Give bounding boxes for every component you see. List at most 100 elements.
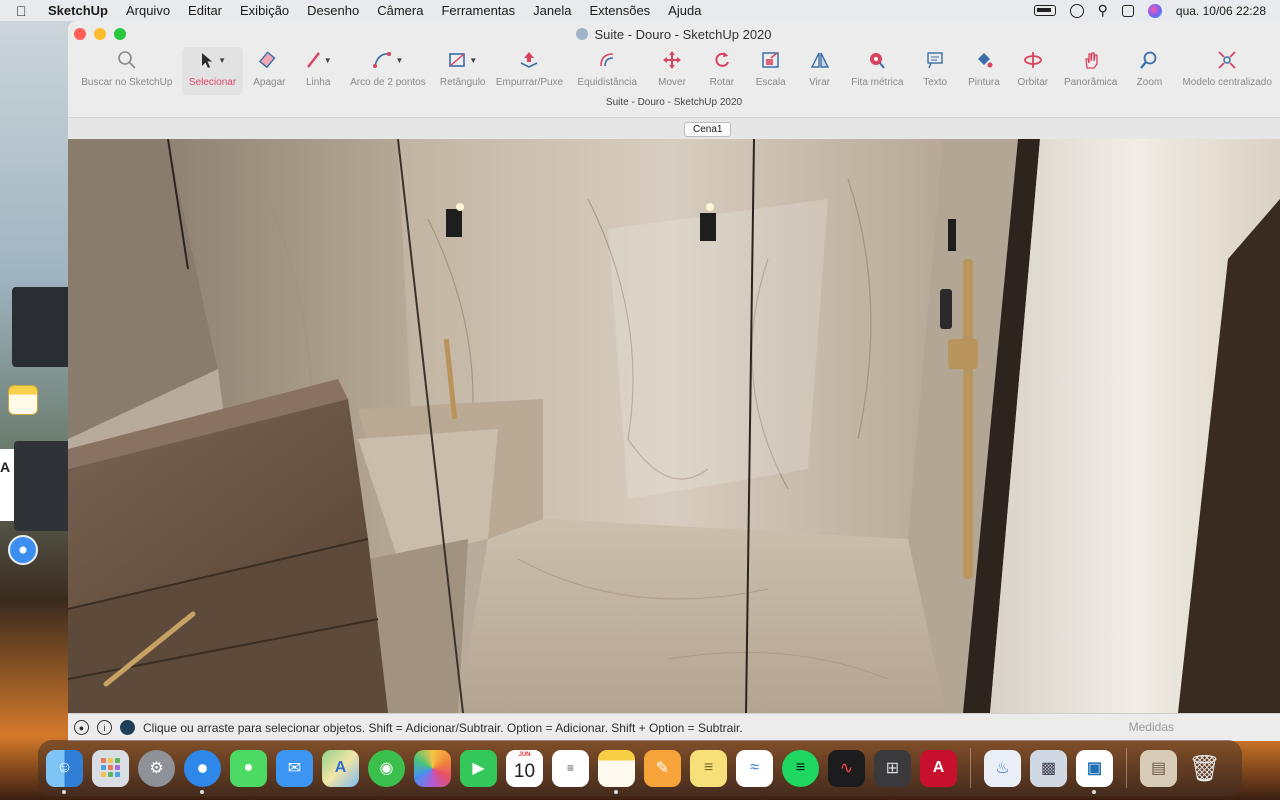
- battery-icon[interactable]: [1033, 5, 1056, 16]
- tool-orbitar[interactable]: Orbitar: [1009, 47, 1057, 95]
- find-my-icon[interactable]: ◉: [368, 749, 405, 787]
- tool-label: Mover: [658, 77, 686, 88]
- pages-icon[interactable]: ✎: [644, 749, 681, 787]
- tool-pintura[interactable]: Pintura: [959, 47, 1009, 95]
- chevron-down-icon: ▼: [323, 55, 332, 65]
- tool-label: Orbitar: [1017, 77, 1049, 88]
- tool-mover[interactable]: Mover: [646, 47, 698, 95]
- desktop-window-thumbnail[interactable]: [12, 287, 68, 367]
- sketchup-window: Suite - Douro - SketchUp 2020 Buscar no …: [68, 21, 1280, 741]
- tool-fita-metrica[interactable]: Fita métrica: [843, 47, 911, 95]
- calculator-icon[interactable]: ⊞: [874, 749, 911, 787]
- tool-label: Zoom: [1136, 77, 1163, 88]
- calendar-month: JUN: [518, 751, 531, 758]
- safari-widget-icon[interactable]: [8, 535, 38, 565]
- safari-icon[interactable]: [184, 749, 221, 794]
- menu-desenho[interactable]: Desenho: [307, 3, 359, 18]
- calendar-icon[interactable]: JUN 10: [506, 749, 543, 787]
- notes-widget-icon[interactable]: [8, 385, 38, 415]
- system-settings-icon[interactable]: ⚙: [138, 749, 175, 787]
- chevron-down-icon: ▼: [395, 55, 404, 65]
- reminders-icon[interactable]: ≡: [552, 749, 589, 787]
- tool-label: Modelo centralizado: [1182, 77, 1272, 88]
- close-window-button[interactable]: [74, 28, 86, 40]
- autocad-icon[interactable]: A: [920, 749, 957, 787]
- arc-icon: ▼: [372, 49, 403, 71]
- spotlight-search-icon[interactable]: ⚲: [1098, 2, 1108, 19]
- desktop-document-preview[interactable]: A: [0, 449, 14, 521]
- menu-app-name[interactable]: SketchUp: [48, 3, 108, 18]
- menu-ferramentas[interactable]: Ferramentas: [441, 3, 515, 18]
- tool-apagar[interactable]: Apagar: [243, 47, 295, 95]
- tool-empurrar-puxe[interactable]: Empurrar/Puxe: [491, 47, 569, 95]
- tool-zoom[interactable]: Zoom: [1125, 47, 1175, 95]
- preview-icon[interactable]: ▩: [1030, 749, 1067, 787]
- 3d-viewport[interactable]: [68, 139, 1280, 713]
- maximize-window-button[interactable]: [114, 28, 126, 40]
- tool-panoramica[interactable]: Panorâmica: [1057, 47, 1125, 95]
- tool-modelo-centralizado[interactable]: Modelo centralizado: [1174, 47, 1280, 95]
- mail-icon[interactable]: ✉: [276, 749, 313, 787]
- credits-info-icon[interactable]: i: [97, 720, 112, 735]
- apple-menu-icon[interactable]: : [16, 3, 34, 19]
- tool-virar[interactable]: Virar: [796, 47, 844, 95]
- desktop-text-window-thumbnail[interactable]: [14, 441, 70, 531]
- tool-linha[interactable]: ▼ Linha: [295, 47, 341, 95]
- desktop-background: A: [0, 21, 70, 741]
- menu-ajuda[interactable]: Ajuda: [668, 3, 701, 18]
- sketchup-icon[interactable]: ▣: [1076, 749, 1113, 794]
- menu-editar[interactable]: Editar: [188, 3, 222, 18]
- menu-arquivo[interactable]: Arquivo: [126, 3, 170, 18]
- pan-hand-icon: [1081, 49, 1101, 71]
- tool-texto[interactable]: Texto: [911, 47, 959, 95]
- chevron-down-icon: ▼: [469, 55, 478, 65]
- tool-escala[interactable]: Escala: [746, 47, 796, 95]
- tool-label: Escala: [755, 77, 786, 88]
- photos-icon[interactable]: [414, 749, 451, 787]
- stickies-icon[interactable]: ≡: [690, 749, 727, 787]
- geo-location-icon[interactable]: ●: [74, 720, 89, 735]
- title-bar[interactable]: Suite - Douro - SketchUp 2020: [68, 21, 1280, 47]
- voice-memos-icon[interactable]: ∿: [828, 749, 865, 787]
- tool-retangulo[interactable]: ▼ Retângulo: [435, 47, 491, 95]
- tool-buscar-no-sketchup[interactable]: Buscar no SketchUp: [72, 47, 182, 95]
- pencil-icon: ▼: [305, 49, 332, 71]
- window-title-text: Suite - Douro - SketchUp 2020: [594, 26, 772, 42]
- screen-mirroring-icon[interactable]: [1069, 3, 1084, 18]
- tool-label: Selecionar: [188, 77, 237, 88]
- maps-icon[interactable]: A: [322, 749, 359, 787]
- dock-separator: [1126, 748, 1127, 788]
- tool-selecionar[interactable]: ▼ Selecionar: [181, 47, 244, 95]
- rectangle-icon: ▼: [448, 49, 477, 71]
- menu-extensoes[interactable]: Extensões: [589, 3, 650, 18]
- tool-rotar[interactable]: Rotar: [698, 47, 746, 95]
- messages-icon[interactable]: ●: [230, 749, 267, 787]
- zoom-extents-icon: [1217, 49, 1237, 71]
- downloads-folder-icon[interactable]: ▤: [1140, 749, 1177, 787]
- finder-icon[interactable]: ☺: [46, 749, 83, 794]
- control-center-icon[interactable]: [1121, 4, 1134, 17]
- facetime-icon[interactable]: ▶: [460, 749, 497, 787]
- freeform-icon[interactable]: ≈: [736, 749, 773, 787]
- siri-icon[interactable]: [1147, 3, 1162, 18]
- rotate-icon: [712, 49, 732, 71]
- keynote-icon[interactable]: ♨: [984, 749, 1021, 787]
- menu-camera[interactable]: Câmera: [377, 3, 423, 18]
- trash-icon[interactable]: 🗑: [1186, 750, 1223, 787]
- scene-tabs-bar: Cena1: [68, 118, 1280, 139]
- notes-icon[interactable]: [598, 749, 635, 794]
- spotify-icon[interactable]: ≡: [782, 749, 819, 787]
- paint-bucket-icon: [974, 49, 994, 71]
- tool-arco-de-2-pontos[interactable]: ▼ Arco de 2 pontos: [341, 47, 435, 95]
- scene-tab-cena1[interactable]: Cena1: [684, 122, 732, 137]
- minimize-window-button[interactable]: [94, 28, 106, 40]
- menu-janela[interactable]: Janela: [533, 3, 571, 18]
- measurements-box[interactable]: Medidas: [1129, 720, 1174, 734]
- launchpad-icon[interactable]: [92, 749, 129, 787]
- menu-exibicao[interactable]: Exibição: [240, 3, 289, 18]
- user-account-icon[interactable]: [120, 720, 135, 735]
- dock-separator: [970, 748, 971, 788]
- tool-equidistancia[interactable]: Equidistância: [568, 47, 646, 95]
- select-arrow-icon: ▼: [199, 49, 226, 71]
- menu-clock[interactable]: qua. 10/06 22:28: [1176, 4, 1266, 18]
